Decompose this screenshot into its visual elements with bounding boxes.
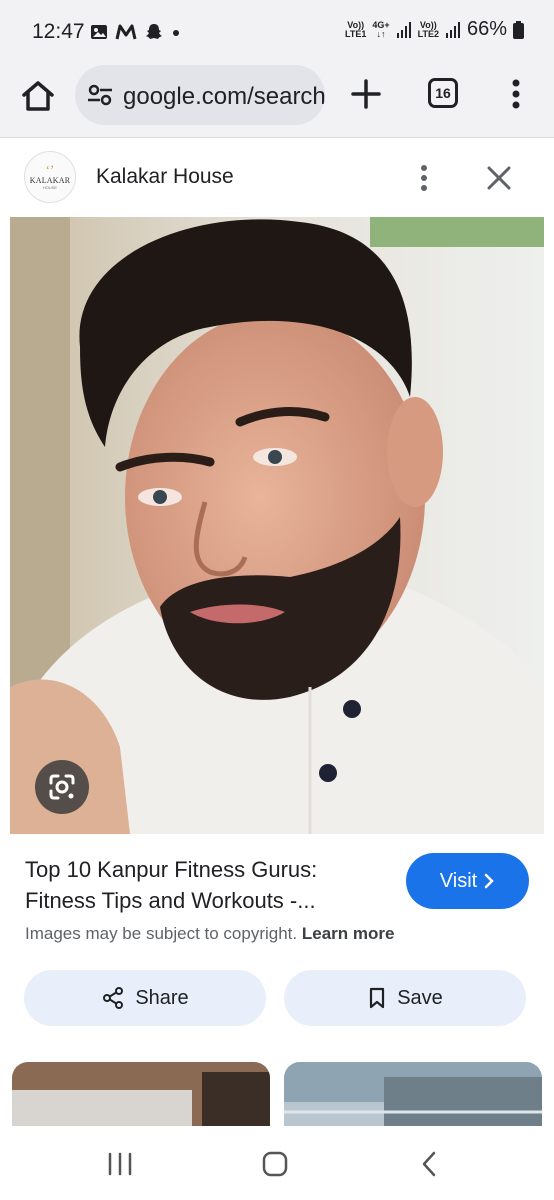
- gallery-icon: [91, 25, 107, 39]
- sim2-label: Vo)) LTE2: [417, 20, 439, 39]
- signal-icon: [445, 21, 460, 38]
- chevron-right-icon: [484, 873, 494, 889]
- portrait-photo: [10, 217, 544, 834]
- copyright-text: Images may be subject to copyright.: [25, 924, 298, 943]
- visit-label: Visit: [439, 869, 478, 892]
- battery-icon: [513, 20, 524, 39]
- more-vert-icon[interactable]: [504, 76, 528, 112]
- share-icon: [103, 987, 124, 1009]
- share-button[interactable]: Share: [24, 970, 266, 1026]
- more-vert-icon[interactable]: [414, 163, 434, 193]
- m-app-icon: [115, 24, 137, 40]
- learn-more-link[interactable]: Learn more: [302, 924, 395, 943]
- source-header: ‘’ KALAKAR HOUSE Kalakar House: [0, 139, 554, 217]
- recent-apps-icon[interactable]: [104, 1148, 136, 1180]
- visit-button[interactable]: Visit: [406, 853, 529, 909]
- sim1-label: Vo)) LTE1: [345, 20, 367, 39]
- logo-text: KALAKAR: [29, 176, 71, 185]
- tune-icon[interactable]: [87, 83, 113, 107]
- result-image[interactable]: [10, 217, 544, 834]
- system-nav-bar: [0, 1126, 554, 1200]
- sim2-lte-label: LTE2: [417, 28, 439, 39]
- dot-icon: [173, 30, 179, 36]
- status-time: 12:47: [32, 20, 85, 43]
- plus-icon[interactable]: [348, 76, 384, 112]
- url-bar[interactable]: google.com/search: [75, 65, 325, 125]
- notification-icons: [90, 22, 181, 42]
- result-title[interactable]: Top 10 Kanpur Fitness Gurus: Fitness Tip…: [25, 854, 385, 916]
- battery-percent: 66%: [466, 18, 507, 40]
- sim1-lte-label: LTE1: [345, 28, 367, 39]
- bookmark-icon: [370, 987, 385, 1009]
- logo-mark: ‘’: [45, 162, 55, 177]
- close-icon[interactable]: [484, 163, 514, 193]
- source-name[interactable]: Kalakar House: [96, 165, 234, 189]
- network-activity-label: ↓↑: [376, 28, 386, 39]
- logo-subtext: HOUSE: [42, 185, 58, 190]
- lens-icon: [49, 774, 75, 800]
- home-nav-icon[interactable]: [259, 1148, 291, 1180]
- url-text: google.com/search: [123, 83, 325, 110]
- save-button[interactable]: Save: [284, 970, 526, 1026]
- status-indicators: Vo)) LTE1 4G+ ↓↑ Vo)) LTE2 66%: [345, 18, 524, 41]
- source-logo[interactable]: ‘’ KALAKAR HOUSE: [24, 151, 76, 203]
- google-lens-button[interactable]: [35, 760, 89, 814]
- copyright-notice: Images may be subject to copyright. Lear…: [25, 924, 394, 944]
- tab-count: 16: [435, 85, 451, 101]
- share-label: Share: [135, 986, 189, 1009]
- browser-toolbar: google.com/search 16: [0, 62, 554, 138]
- home-icon[interactable]: [18, 76, 58, 116]
- back-icon[interactable]: [414, 1148, 446, 1180]
- tabs-icon[interactable]: 16: [428, 78, 458, 108]
- status-bar: 12:47 Vo)) LTE1 4G+ ↓↑ Vo)) LTE2 66%: [0, 0, 554, 62]
- signal-icon: [396, 21, 411, 38]
- snapchat-icon: [146, 24, 162, 39]
- save-label: Save: [397, 986, 443, 1009]
- network-type: 4G+ ↓↑: [372, 20, 389, 39]
